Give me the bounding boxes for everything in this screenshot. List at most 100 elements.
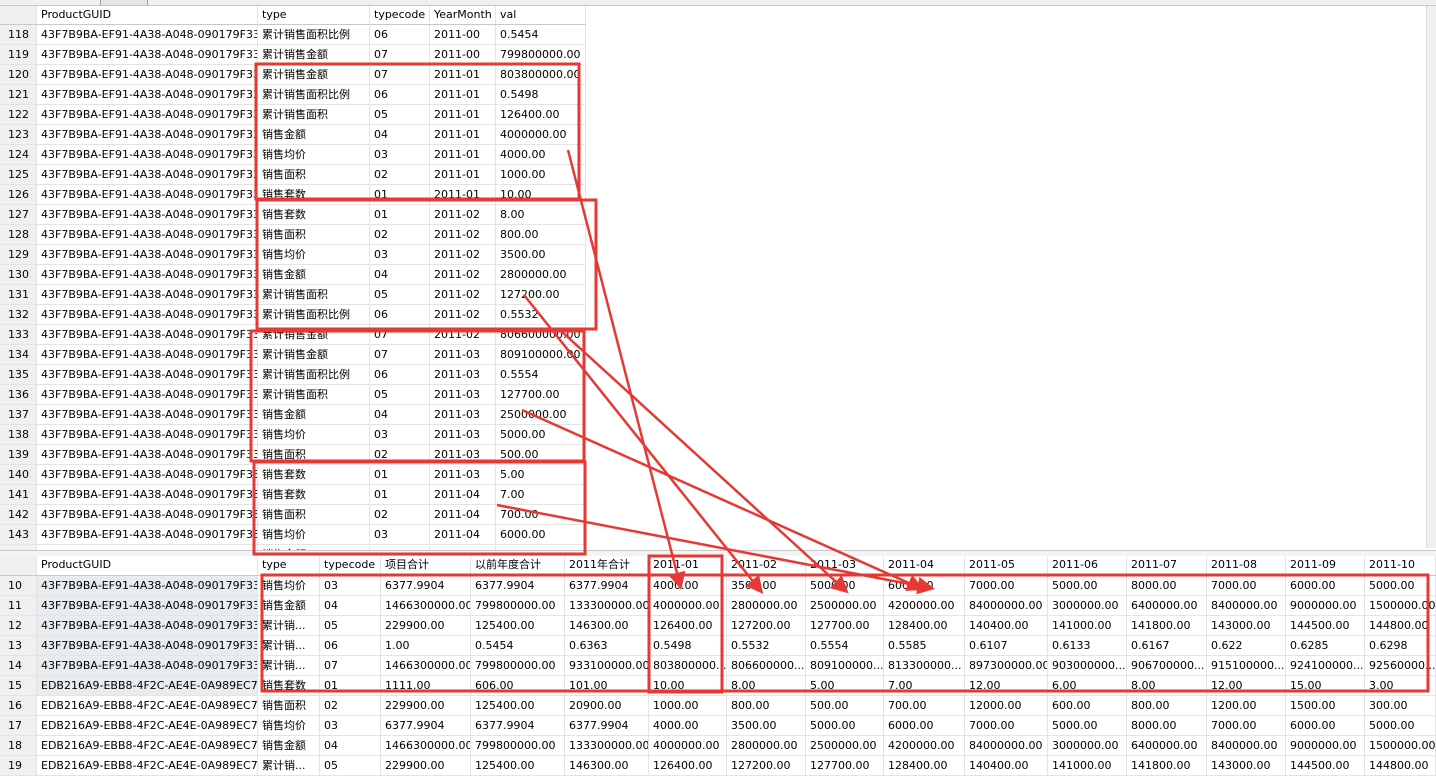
table-row[interactable]: 132 43F7B9BA-EF91-4A38-A048-090179F33... 累… xyxy=(0,305,586,325)
table-cell[interactable]: 43F7B9BA-EF91-4A38-A048-090179F33... xyxy=(37,65,258,84)
table-cell[interactable]: 803800000... xyxy=(649,656,727,675)
column-header[interactable]: 2011-03 xyxy=(806,556,884,575)
table-cell[interactable]: 144500.00 xyxy=(1286,756,1365,775)
row-number[interactable]: 125 xyxy=(0,165,37,184)
table-cell[interactable]: 0.5554 xyxy=(806,636,884,655)
table-cell[interactable]: 1466300000.00 xyxy=(381,596,471,615)
table-cell[interactable]: 800.00 xyxy=(727,696,806,715)
table-cell[interactable]: 43F7B9BA-EF91-4A38-A048-090179F33... xyxy=(37,576,258,595)
column-header[interactable]: 2011-07 xyxy=(1127,556,1207,575)
table-row[interactable]: 18 EDB216A9-EBB8-4F2C-AE4E-0A989EC7... 销售金… xyxy=(0,736,1436,756)
row-number[interactable]: 19 xyxy=(0,756,37,775)
table-row[interactable]: 17 EDB216A9-EBB8-4F2C-AE4E-0A989EC7... 销售均… xyxy=(0,716,1436,736)
table-row[interactable]: 127 43F7B9BA-EF91-4A38-A048-090179F33... 销… xyxy=(0,205,586,225)
table-cell[interactable]: 43F7B9BA-EF91-4A38-A048-090179F33... xyxy=(37,345,258,364)
table-cell[interactable]: 0.6167 xyxy=(1127,636,1207,655)
table-cell[interactable]: 127700.00 xyxy=(806,756,884,775)
column-header[interactable]: 2011年合计 xyxy=(565,556,649,575)
table-cell[interactable]: 06 xyxy=(370,365,430,384)
table-cell[interactable]: 2011-01 xyxy=(430,185,496,204)
table-cell[interactable]: 6377.9904 xyxy=(565,716,649,735)
table-cell[interactable]: 143000.00 xyxy=(1207,616,1286,635)
table-cell[interactable]: 销售均价 xyxy=(258,245,370,264)
table-cell[interactable]: 02 xyxy=(370,445,430,464)
table-cell[interactable]: 3500.00 xyxy=(727,716,806,735)
table-cell[interactable]: 143000.00 xyxy=(1207,756,1286,775)
table-cell[interactable]: 10.00 xyxy=(496,185,586,204)
row-number[interactable]: 13 xyxy=(0,636,37,655)
table-cell[interactable]: 02 xyxy=(370,165,430,184)
table-cell[interactable]: 906700000... xyxy=(1127,656,1207,675)
table-cell[interactable]: 累计销售金额 xyxy=(258,45,370,64)
table-cell[interactable]: 累计销售金额 xyxy=(258,345,370,364)
table-cell[interactable]: 43F7B9BA-EF91-4A38-A048-090179F33... xyxy=(37,25,258,44)
table-cell[interactable]: 43F7B9BA-EF91-4A38-A048-090179F33... xyxy=(37,485,258,504)
table-row[interactable]: 135 43F7B9BA-EF91-4A38-A048-090179F33... 累… xyxy=(0,365,586,385)
column-header[interactable]: 2011-05 xyxy=(965,556,1048,575)
table-cell[interactable]: 924100000... xyxy=(1286,656,1365,675)
row-number[interactable]: 137 xyxy=(0,405,37,424)
grid-corner[interactable] xyxy=(0,6,37,24)
table-cell[interactable]: 101.00 xyxy=(565,676,649,695)
table-cell[interactable]: 0.6285 xyxy=(1286,636,1365,655)
table-cell[interactable]: 05 xyxy=(320,756,381,775)
table-cell[interactable]: 43F7B9BA-EF91-4A38-A048-090179F33... xyxy=(37,305,258,324)
table-cell[interactable]: 销售套数 xyxy=(258,485,370,504)
table-cell[interactable]: 2011-01 xyxy=(430,165,496,184)
table-row[interactable]: 119 43F7B9BA-EF91-4A38-A048-090179F33... 累… xyxy=(0,45,586,65)
table-cell[interactable]: 6000.00 xyxy=(1286,576,1365,595)
table-cell[interactable]: 799800000.00 xyxy=(471,656,565,675)
table-cell[interactable]: 0.5498 xyxy=(496,85,586,104)
table-row[interactable]: 14 43F7B9BA-EF91-4A38-A048-090179F33... 累计… xyxy=(0,656,1436,676)
table-cell[interactable]: 6.00 xyxy=(1048,676,1127,695)
table-cell[interactable]: 2011-01 xyxy=(430,125,496,144)
table-cell[interactable]: 1111.00 xyxy=(381,676,471,695)
table-row[interactable]: 143 43F7B9BA-EF91-4A38-A048-090179F33... 销… xyxy=(0,525,586,545)
row-number[interactable]: 130 xyxy=(0,265,37,284)
table-cell[interactable]: 3000000.00 xyxy=(1048,596,1127,615)
table-row[interactable]: 19 EDB216A9-EBB8-4F2C-AE4E-0A989EC7... 累计销… xyxy=(0,756,1436,776)
table-cell[interactable]: 43F7B9BA-EF91-4A38-A048-090179F33... xyxy=(37,85,258,104)
table-cell[interactable]: 12.00 xyxy=(965,676,1048,695)
table-cell[interactable]: 06 xyxy=(370,85,430,104)
table-row[interactable]: 136 43F7B9BA-EF91-4A38-A048-090179F33... 累… xyxy=(0,385,586,405)
table-cell[interactable]: 2011-00 xyxy=(430,45,496,64)
table-cell[interactable]: EDB216A9-EBB8-4F2C-AE4E-0A989EC7... xyxy=(37,756,258,775)
table-cell[interactable]: 897300000.00 xyxy=(965,656,1048,675)
table-cell[interactable]: 144500.00 xyxy=(1286,616,1365,635)
table-cell[interactable]: 125400.00 xyxy=(471,616,565,635)
table-cell[interactable]: 127200.00 xyxy=(727,616,806,635)
table-cell[interactable]: 43F7B9BA-EF91-4A38-A048-090179F33... xyxy=(37,636,258,655)
table-cell[interactable]: 累计销售面积比例 xyxy=(258,305,370,324)
table-row[interactable]: 13 43F7B9BA-EF91-4A38-A048-090179F33... 累计… xyxy=(0,636,1436,656)
row-number[interactable]: 11 xyxy=(0,596,37,615)
table-cell[interactable]: 2011-02 xyxy=(430,325,496,344)
table-cell[interactable]: 12.00 xyxy=(1207,676,1286,695)
column-header[interactable]: 2011-06 xyxy=(1048,556,1127,575)
table-cell[interactable]: 144800.00 xyxy=(1365,616,1436,635)
table-cell[interactable]: 2011-01 xyxy=(430,145,496,164)
row-number[interactable]: 123 xyxy=(0,125,37,144)
table-cell[interactable]: 01 xyxy=(370,205,430,224)
row-number[interactable]: 142 xyxy=(0,505,37,524)
table-cell[interactable]: 销售金额 xyxy=(258,405,370,424)
column-header[interactable]: YearMonth xyxy=(430,6,496,24)
row-number[interactable]: 129 xyxy=(0,245,37,264)
table-cell[interactable]: 累计销售面积 xyxy=(258,285,370,304)
table-cell[interactable]: 2011-02 xyxy=(430,265,496,284)
table-cell[interactable]: 7000.00 xyxy=(1207,576,1286,595)
row-number[interactable]: 121 xyxy=(0,85,37,104)
column-header[interactable]: 2011-09 xyxy=(1286,556,1365,575)
column-header[interactable]: ProductGUID xyxy=(37,556,258,575)
table-row[interactable]: 133 43F7B9BA-EF91-4A38-A048-090179F33... 累… xyxy=(0,325,586,345)
table-cell[interactable]: 2011-02 xyxy=(430,245,496,264)
table-cell[interactable]: 01 xyxy=(370,185,430,204)
table-row[interactable]: 118 43F7B9BA-EF91-4A38-A048-090179F33... 累… xyxy=(0,25,586,45)
table-cell[interactable]: 903000000... xyxy=(1048,656,1127,675)
table-cell[interactable]: 05 xyxy=(370,285,430,304)
table-cell[interactable]: 2800000.00 xyxy=(727,736,806,755)
table-cell[interactable]: 8.00 xyxy=(496,205,586,224)
table-cell[interactable]: 700.00 xyxy=(884,696,965,715)
table-cell[interactable]: 03 xyxy=(370,245,430,264)
table-cell[interactable]: 229900.00 xyxy=(381,616,471,635)
